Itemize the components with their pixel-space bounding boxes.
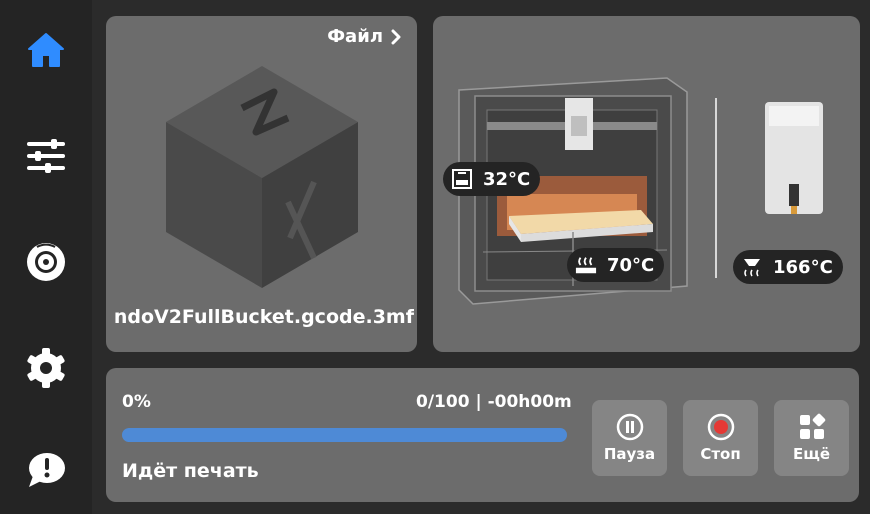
toolhead-illustration <box>765 102 823 214</box>
chamber-temp-value: 32°C <box>483 168 531 190</box>
file-link-label: Файл <box>327 26 383 47</box>
progress-layers-time: 0/100 | -00h00m <box>416 392 572 412</box>
progress-bar <box>122 428 567 442</box>
bed-temp-badge[interactable]: 70°C <box>567 248 665 282</box>
home-icon <box>28 33 64 67</box>
bed-temp-value: 70°C <box>607 254 655 276</box>
sidebar-item-settings[interactable] <box>20 342 72 394</box>
pause-label: Пауза <box>603 445 656 463</box>
pause-button[interactable]: Пауза <box>592 400 667 476</box>
stop-button[interactable]: Стоп <box>683 400 758 476</box>
nozzle-icon <box>741 256 763 278</box>
more-button[interactable]: Ещё <box>774 400 849 476</box>
stop-label: Стоп <box>700 445 741 463</box>
pause-icon <box>616 413 643 441</box>
info-bubble-icon <box>29 453 65 487</box>
divider <box>715 98 717 278</box>
file-name: ndoV2FullBucket.gcode.3mf <box>114 306 414 328</box>
print-status: Идёт печать <box>122 460 259 482</box>
sliders-icon <box>27 139 65 173</box>
file-link[interactable]: Файл <box>327 26 401 47</box>
sidebar-item-filament[interactable] <box>20 236 72 288</box>
file-panel[interactable]: Файл ndoV2FullBucket.gcode.3mf <box>106 16 417 352</box>
printer-status-panel: 32°C 70°C 166°C <box>433 16 860 352</box>
sidebar-item-controls[interactable] <box>20 130 72 182</box>
gear-icon <box>27 348 65 388</box>
progress-percent: 0% <box>122 392 151 412</box>
chevron-right-icon <box>391 29 401 44</box>
model-thumbnail-cube <box>166 66 358 288</box>
more-label: Ещё <box>792 445 830 463</box>
nozzle-temp-value: 166°C <box>773 256 833 278</box>
sidebar-item-info[interactable] <box>20 444 72 496</box>
sidebar <box>0 0 92 514</box>
filament-spool-icon <box>27 243 65 281</box>
stop-icon <box>707 413 734 441</box>
chamber-temp-badge[interactable]: 32°C <box>443 162 541 196</box>
chamber-icon <box>451 168 473 190</box>
heated-bed-icon <box>575 254 597 276</box>
more-grid-icon <box>799 413 825 439</box>
print-progress-panel: 0% 0/100 | -00h00m Идёт печать Пауза Сто… <box>106 368 859 502</box>
sidebar-item-home[interactable] <box>20 24 72 76</box>
nozzle-temp-badge[interactable]: 166°C <box>733 250 843 284</box>
